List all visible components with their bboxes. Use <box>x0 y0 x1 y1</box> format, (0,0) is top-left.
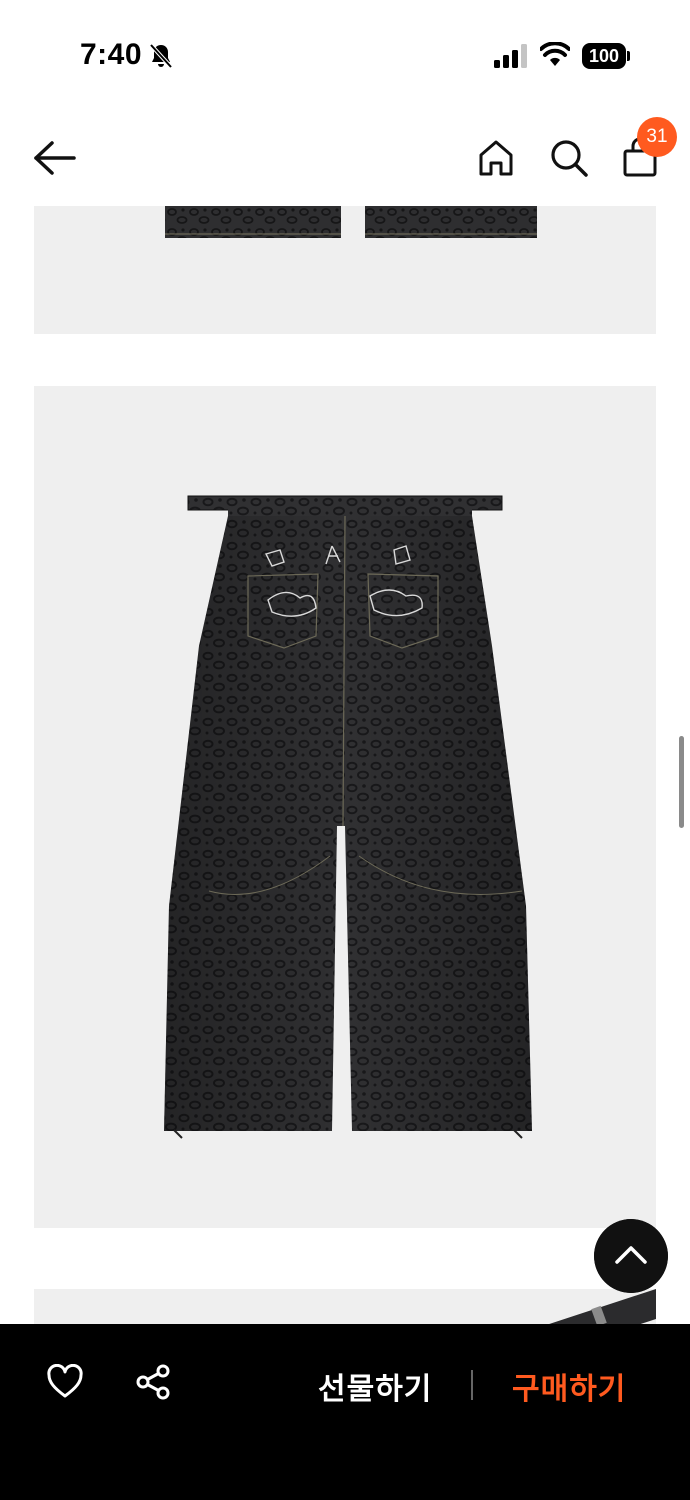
status-time: 7:40 <box>80 38 143 71</box>
signal-icon <box>494 44 527 68</box>
bottom-action-bar: 선물하기 구매하기 <box>0 1324 690 1500</box>
pants-front-image-bottom <box>34 206 656 334</box>
product-detail-images <box>0 206 690 1324</box>
gift-button[interactable]: 선물하기 <box>318 1364 432 1408</box>
battery-level: 100 <box>582 43 626 69</box>
cart-count-badge: 31 <box>637 117 677 157</box>
scroll-indicator[interactable] <box>679 736 684 828</box>
bell-off-icon <box>149 43 173 69</box>
belt-detail-image <box>34 1289 656 1324</box>
share-icon[interactable] <box>134 1364 172 1400</box>
heart-icon[interactable] <box>46 1364 84 1400</box>
battery-icon: 100 <box>582 43 630 69</box>
home-icon[interactable] <box>476 136 516 180</box>
search-icon[interactable] <box>548 136 590 180</box>
pants-back-image <box>34 386 656 1228</box>
wifi-icon <box>540 42 570 66</box>
divider <box>471 1370 473 1400</box>
back-arrow-icon[interactable] <box>30 138 80 178</box>
buy-button[interactable]: 구매하기 <box>512 1364 626 1408</box>
nav-bar <box>0 110 690 206</box>
status-bar: 7:40 100 <box>0 0 690 100</box>
scroll-to-top-button[interactable] <box>594 1219 668 1293</box>
